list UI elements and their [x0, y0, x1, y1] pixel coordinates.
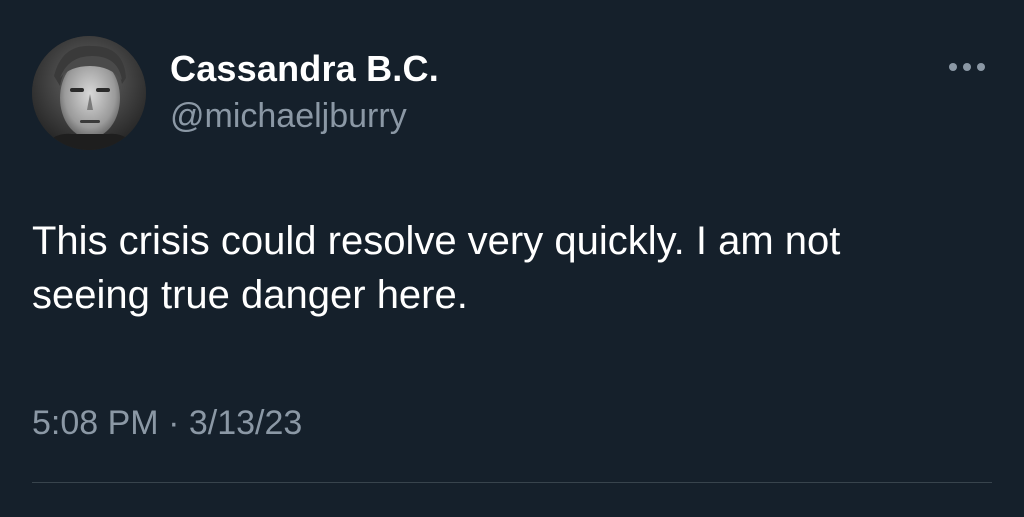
tweet-timestamp[interactable]: 5:08 PM · 3/13/23: [32, 404, 302, 443]
avatar[interactable]: [32, 36, 146, 150]
divider: [32, 482, 992, 483]
tweet-card: Cassandra B.C. @michaeljburry This crisi…: [0, 0, 1024, 517]
more-options-button[interactable]: [944, 52, 990, 82]
display-name[interactable]: Cassandra B.C.: [170, 48, 439, 90]
tweet-text: This crisis could resolve very quickly. …: [32, 219, 841, 317]
user-handle[interactable]: @michaeljburry: [170, 97, 407, 136]
more-horizontal-icon: [947, 62, 987, 72]
avatar-image: [32, 36, 146, 150]
